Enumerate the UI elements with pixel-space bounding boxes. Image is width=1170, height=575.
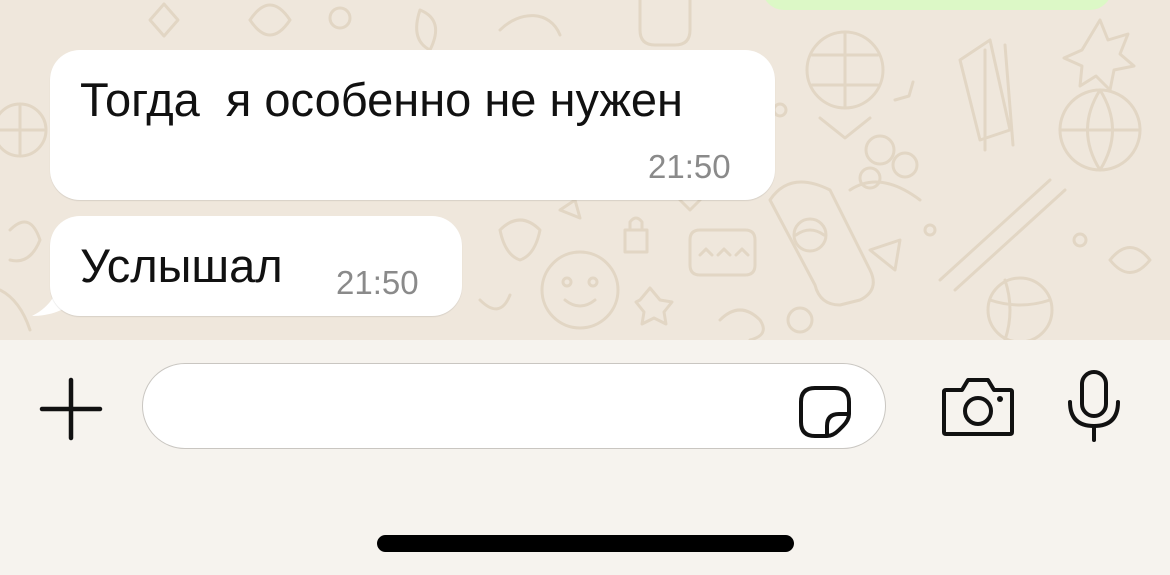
sticker-icon: [799, 386, 851, 438]
message-text: Услышал: [80, 239, 283, 292]
home-indicator[interactable]: [377, 535, 794, 552]
camera-button[interactable]: [940, 376, 1016, 438]
plus-icon: [39, 377, 103, 441]
sticker-button[interactable]: [797, 384, 853, 440]
message-bubble[interactable]: Услышал 21:50: [50, 216, 462, 316]
message-timestamp: 21:50: [648, 148, 731, 185]
message-bubble[interactable]: Тогда я особенно не нужен 21:50: [50, 50, 775, 200]
message-input-field[interactable]: [142, 363, 886, 449]
message-text: Тогда я особенно не нужен: [80, 73, 684, 126]
message-timestamp: 21:50: [336, 264, 419, 301]
message-input[interactable]: [169, 382, 793, 432]
chat-area[interactable]: Тогда я особенно не нужен 21:50 Услышал …: [0, 0, 1170, 340]
camera-icon: [942, 378, 1014, 436]
microphone-icon: [1068, 370, 1120, 442]
attach-button[interactable]: [36, 374, 106, 444]
voice-record-button[interactable]: [1064, 368, 1124, 444]
outgoing-message-bubble[interactable]: [762, 0, 1112, 10]
